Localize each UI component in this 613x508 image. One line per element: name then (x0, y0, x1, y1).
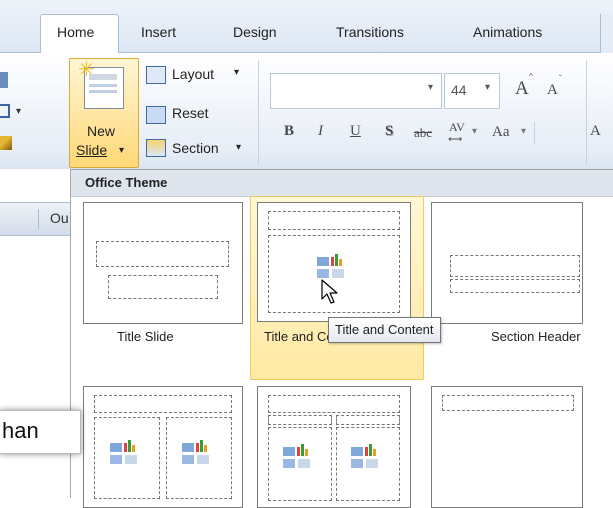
arrows-icon: ⟷ (448, 134, 463, 145)
font-size-input[interactable]: 44 ▾ (444, 73, 500, 109)
text-shadow-button[interactable]: S (385, 123, 393, 140)
chevron-down-icon[interactable]: ▾ (485, 82, 490, 93)
chevron-down-icon[interactable]: ▾ (234, 67, 239, 78)
chevron-down-icon[interactable]: ▾ (428, 82, 433, 93)
group-divider (586, 60, 587, 165)
layout-label: Section Header (491, 329, 581, 344)
reset-icon (146, 106, 166, 124)
layout-title-slide[interactable]: Title Slide (81, 202, 246, 372)
paste-icon-fragment[interactable] (0, 72, 8, 88)
tab-home[interactable]: Home (57, 24, 94, 40)
caret-up-icon: ^ (529, 72, 533, 81)
content-icon (351, 444, 381, 469)
new-slide-button[interactable]: ✳ New Slide ▾ (69, 58, 139, 168)
sparkle-icon: ✳ (78, 59, 95, 81)
outline-tab[interactable]: Ou (0, 202, 70, 236)
ribbon-tab-bar: Home Insert Design Transitions Animation… (0, 0, 613, 54)
content-icon (283, 444, 313, 469)
italic-button[interactable]: I (318, 123, 323, 140)
gallery-header: Office Theme (71, 170, 613, 197)
layout-thumbnail (83, 202, 243, 324)
layout-title-only[interactable] (431, 386, 596, 508)
layout-thumbnail (431, 386, 583, 508)
chevron-down-icon[interactable]: ▾ (16, 106, 21, 117)
layout-tooltip: Title and Content (328, 317, 441, 343)
new-slide-label-line2: Slide (76, 142, 108, 158)
layout-icon (146, 66, 166, 84)
layout-section-header[interactable]: Section Header (431, 202, 596, 372)
shrink-font-button[interactable]: A (547, 82, 558, 99)
copy-icon[interactable] (0, 104, 10, 118)
tab-transitions[interactable]: Transitions (336, 24, 404, 40)
font-name-input[interactable]: ▾ (270, 73, 442, 109)
tab-animations[interactable]: Animations (473, 24, 542, 40)
chevron-down-icon[interactable]: ▾ (472, 126, 477, 137)
mouse-cursor-icon (321, 279, 338, 304)
tab-insert[interactable]: Insert (141, 24, 176, 40)
reset-button[interactable]: Reset (172, 105, 209, 121)
chevron-down-icon[interactable]: ▾ (521, 126, 526, 137)
layout-button[interactable]: Layout (172, 66, 214, 82)
content-icon (317, 254, 347, 279)
caret-down-icon: ˇ (559, 74, 562, 83)
torn-paper-fragment: han (0, 410, 81, 454)
layout-thumbnail (431, 202, 583, 324)
layout-two-content[interactable] (81, 386, 246, 508)
content-icon (182, 440, 212, 465)
font-size-value: 44 (451, 82, 467, 98)
content-icon (110, 440, 140, 465)
change-case-button[interactable]: Aa (492, 124, 510, 141)
group-divider (258, 60, 259, 165)
tab-overflow (600, 14, 613, 54)
layout-thumbnail (257, 386, 411, 508)
section-button[interactable]: Section (172, 140, 219, 156)
chevron-down-icon[interactable]: ▾ (236, 142, 241, 153)
gallery-title: Office Theme (85, 175, 168, 190)
layout-thumbnail (83, 386, 243, 508)
layout-label: Title Slide (117, 329, 174, 344)
bold-button[interactable]: B (284, 123, 294, 140)
strikethrough-button[interactable]: abc (414, 125, 432, 141)
clear-formatting-button[interactable]: A (590, 123, 601, 140)
clipped-text: han (2, 418, 39, 443)
character-spacing-button[interactable]: AV (449, 120, 465, 135)
tab-design[interactable]: Design (233, 24, 277, 40)
format-painter-icon[interactable] (0, 136, 12, 150)
separator (534, 122, 535, 144)
section-icon (146, 139, 166, 157)
grow-font-button[interactable]: A (515, 78, 529, 100)
new-slide-label-line1: New (87, 123, 116, 139)
underline-button[interactable]: U (350, 123, 361, 140)
chevron-down-icon: ▾ (119, 145, 125, 156)
layout-comparison[interactable] (257, 386, 422, 508)
